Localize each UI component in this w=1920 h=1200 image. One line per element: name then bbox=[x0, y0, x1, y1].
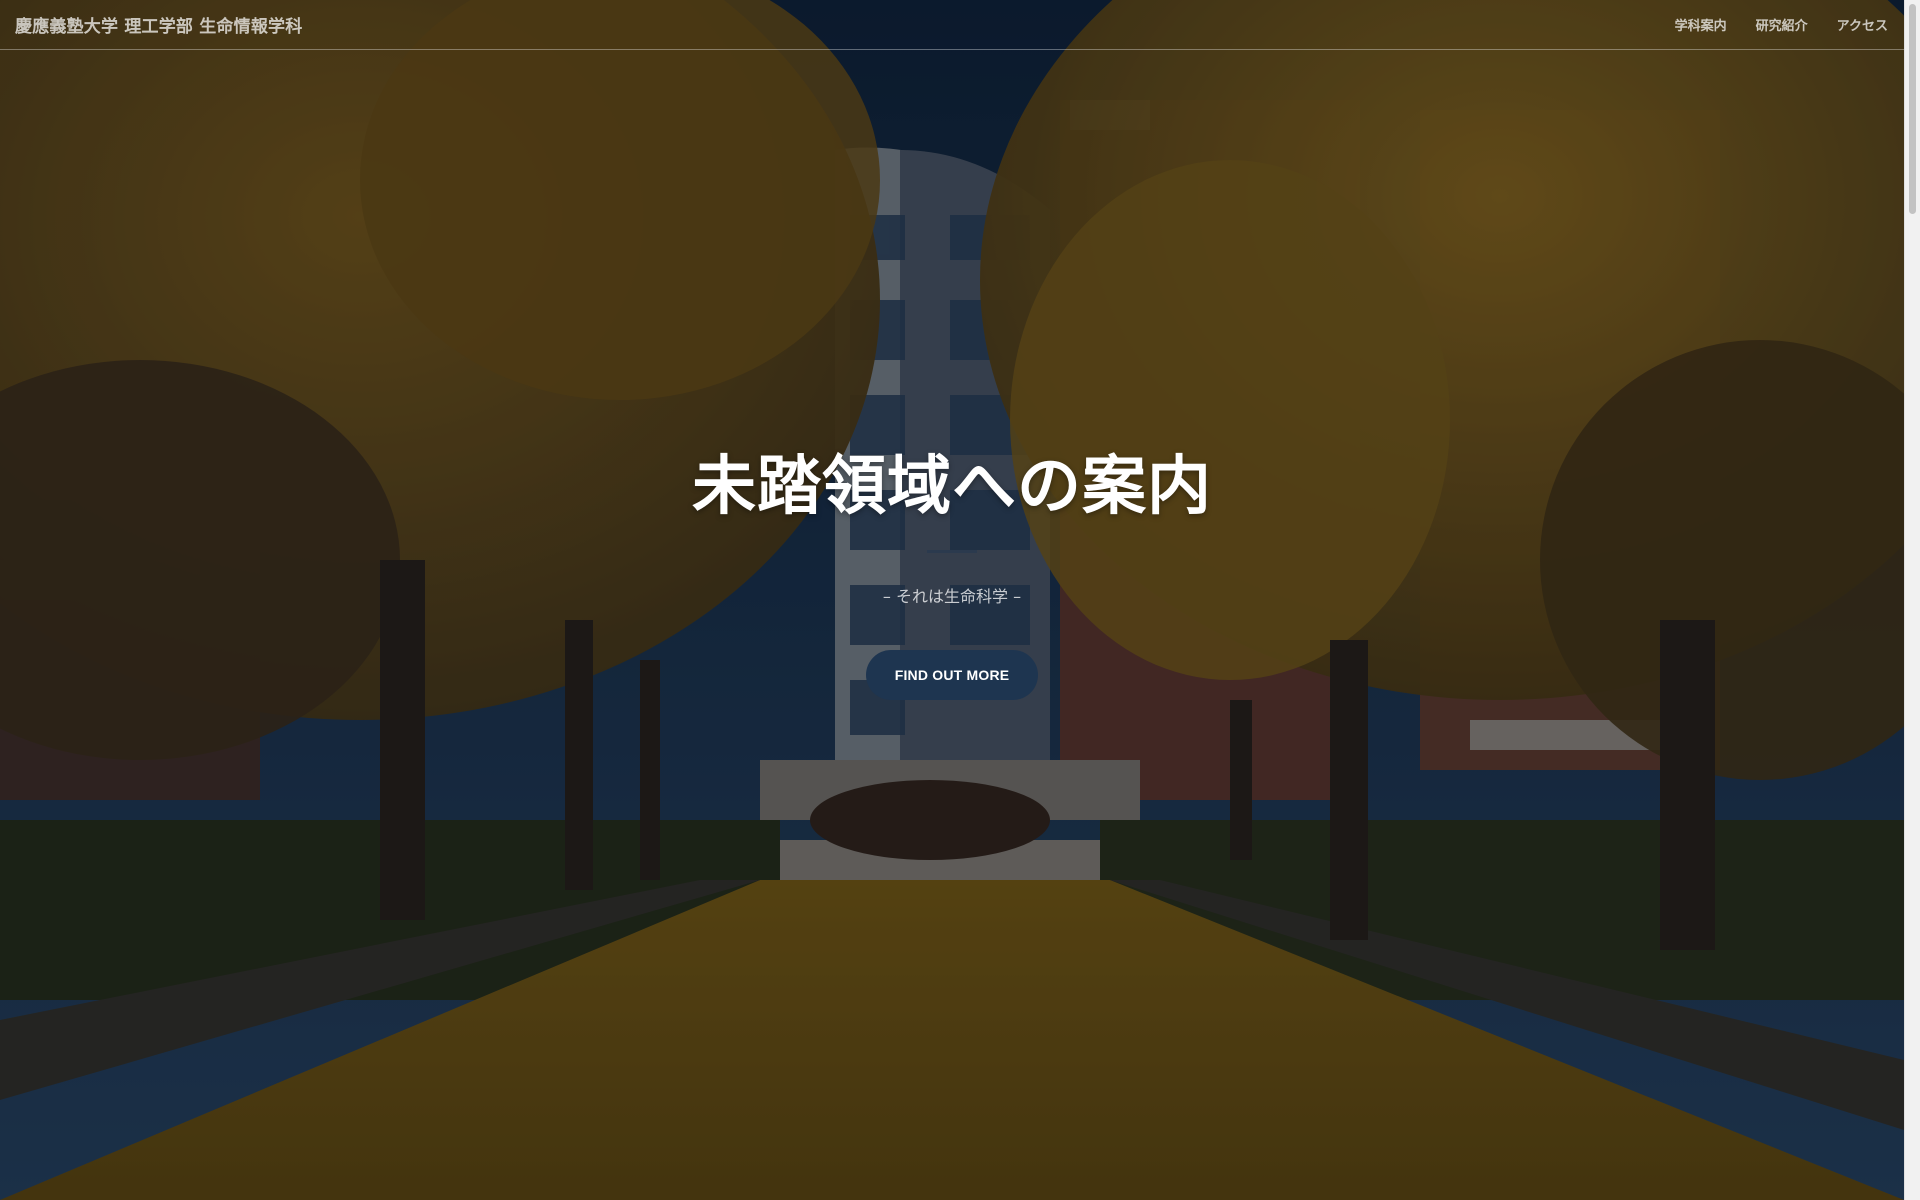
hero-title: 未踏領域への案内 bbox=[692, 450, 1212, 524]
hero-divider bbox=[927, 550, 977, 553]
nav-link-department-guide[interactable]: 学科案内 bbox=[1675, 15, 1727, 34]
hero-subtitle: – それは生命科学 – bbox=[882, 587, 1022, 606]
find-out-more-button[interactable]: FIND OUT MORE bbox=[865, 650, 1039, 700]
hero-content: 未踏領域への案内 – それは生命科学 – FIND OUT MORE bbox=[0, 455, 1904, 700]
page-scrollbar[interactable] bbox=[1904, 0, 1920, 1200]
scrollbar-thumb[interactable] bbox=[1909, 4, 1916, 214]
nav-link-research[interactable]: 研究紹介 bbox=[1756, 15, 1808, 34]
nav-link-access[interactable]: アクセス bbox=[1837, 15, 1888, 34]
site-brand-link[interactable]: 慶應義塾大学 理工学部 生命情報学科 bbox=[15, 12, 302, 37]
nav-links: 学科案内 研究紹介 アクセス bbox=[1675, 15, 1888, 34]
landing-page: 慶應義塾大学 理工学部 生命情報学科 学科案内 研究紹介 アクセス 未踏領域への… bbox=[0, 0, 1920, 1200]
top-navbar: 慶應義塾大学 理工学部 生命情報学科 学科案内 研究紹介 アクセス bbox=[0, 0, 1904, 50]
